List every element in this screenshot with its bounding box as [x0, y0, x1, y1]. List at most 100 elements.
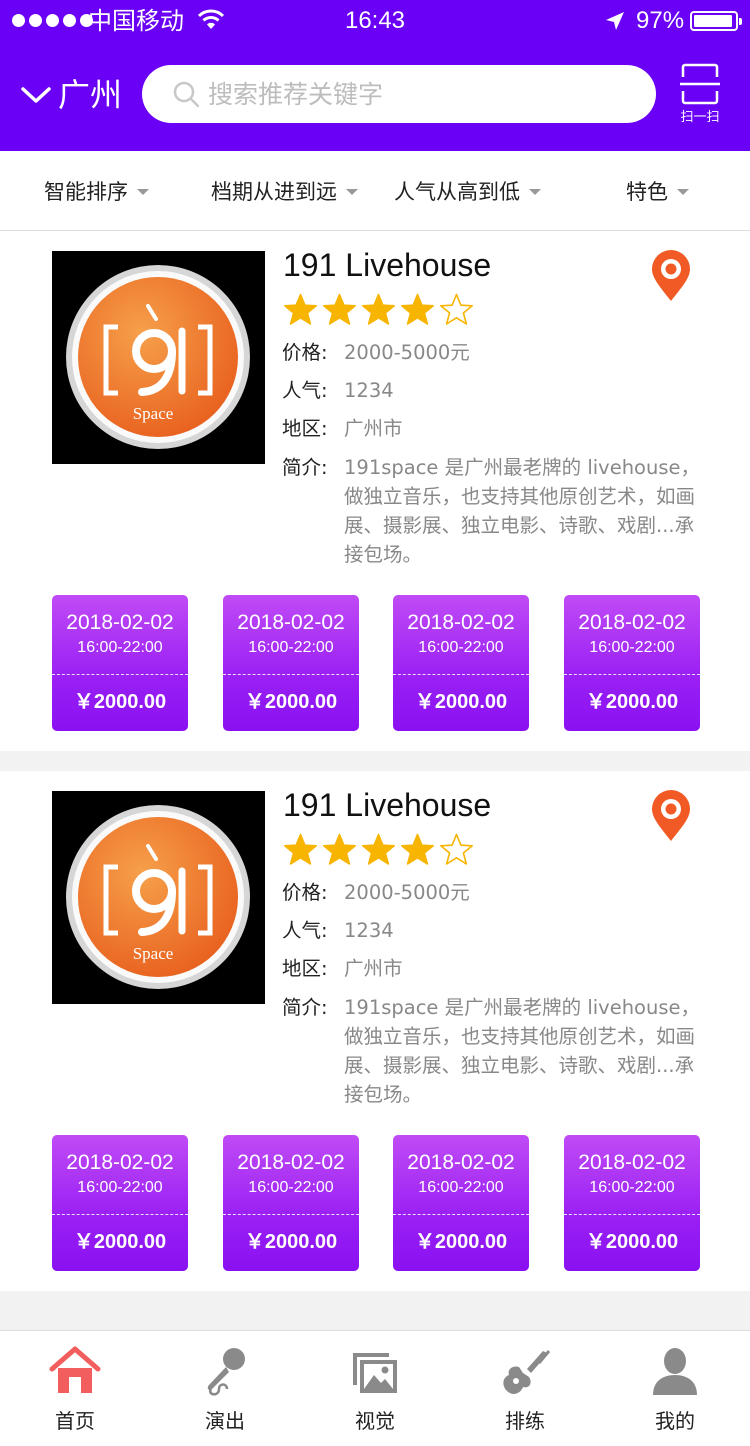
user-icon — [653, 1348, 697, 1395]
caret-down-icon — [529, 189, 541, 195]
search-input[interactable] — [208, 73, 628, 115]
caret-down-icon — [346, 189, 358, 195]
tab-shows[interactable]: 演出 — [150, 1331, 300, 1446]
popularity-label: 人气: — [282, 379, 328, 402]
map-pin-icon[interactable] — [650, 789, 692, 843]
popularity-row: 人气: 1234 — [282, 916, 394, 945]
star-empty-icon — [440, 833, 473, 865]
scan-button[interactable]: 扫一扫 — [672, 62, 728, 128]
slot-hours: 16:00-22:00 — [248, 1179, 334, 1196]
filter-bar: 智能排序 档期从进到远 人气从高到低 特色 — [0, 151, 750, 231]
star-filled-icon — [401, 293, 434, 325]
venue-card[interactable]: Space 191 Livehouse 价格: 2000-5000元 人气: 1… — [0, 771, 750, 1291]
star-filled-icon — [284, 293, 317, 325]
star-filled-icon — [362, 833, 395, 865]
area-row: 地区: 广州市 — [282, 954, 403, 983]
popularity-label: 人气: — [282, 919, 328, 942]
city-label: 广州 — [58, 76, 123, 114]
tab-label: 排练 — [505, 1409, 545, 1433]
slot-divider — [223, 674, 359, 675]
map-pin-icon[interactable] — [650, 249, 692, 303]
filter-smart-sort[interactable]: 智能排序 — [44, 151, 149, 231]
slot-date: 2018-02-02 — [578, 611, 686, 634]
intro-label: 简介: — [282, 456, 328, 479]
status-bar: 中国移动 16:43 97% — [0, 0, 750, 44]
slot-price: ￥2000.00 — [244, 691, 338, 713]
venue-card[interactable]: Space 191 Livehouse 价格: 2000-5000元 人气: 1… — [0, 231, 750, 751]
image-icon — [353, 1353, 397, 1393]
filter-feature[interactable]: 特色 — [626, 151, 689, 231]
location-arrow-icon — [606, 12, 624, 30]
tab-home[interactable]: 首页 — [0, 1331, 150, 1446]
battery-icon — [690, 11, 742, 31]
slot-date: 2018-02-02 — [407, 1151, 515, 1174]
slot-hours: 16:00-22:00 — [77, 639, 163, 656]
slot-price: ￥2000.00 — [244, 1231, 338, 1253]
schedule-slot[interactable]: 2018-02-02 16:00-22:00 ￥2000.00 — [564, 1135, 700, 1271]
popularity-row: 人气: 1234 — [282, 376, 394, 405]
slot-divider — [393, 674, 529, 675]
schedule-slot[interactable]: 2018-02-02 16:00-22:00 ￥2000.00 — [223, 595, 359, 731]
price-value: 2000-5000元 — [344, 341, 470, 364]
star-empty-icon — [440, 293, 473, 325]
tab-rehearsal[interactable]: 排练 — [450, 1331, 600, 1446]
price-row: 价格: 2000-5000元 — [282, 878, 470, 907]
slot-price: ￥2000.00 — [585, 1231, 679, 1253]
search-bar[interactable] — [142, 65, 656, 123]
schedule-slot[interactable]: 2018-02-02 16:00-22:00 ￥2000.00 — [564, 595, 700, 731]
slot-hours: 16:00-22:00 — [248, 639, 334, 656]
caret-down-icon — [137, 189, 149, 195]
slot-divider — [393, 1214, 529, 1215]
area-value: 广州市 — [344, 417, 403, 440]
area-label: 地区: — [282, 957, 328, 980]
venue-name[interactable]: 191 Livehouse — [283, 785, 491, 825]
popularity-value: 1234 — [344, 379, 394, 402]
filter-popularity[interactable]: 人气从高到低 — [394, 151, 541, 231]
schedule-slot[interactable]: 2018-02-02 16:00-22:00 ￥2000.00 — [223, 1135, 359, 1271]
microphone-icon — [207, 1348, 245, 1396]
slot-price: ￥2000.00 — [585, 691, 679, 713]
slot-date: 2018-02-02 — [66, 611, 174, 634]
battery-percentage: 97% — [636, 7, 685, 34]
star-filled-icon — [323, 833, 356, 865]
venue-name[interactable]: 191 Livehouse — [283, 245, 491, 285]
schedule-slot[interactable]: 2018-02-02 16:00-22:00 ￥2000.00 — [393, 595, 529, 731]
intro-label: 简介: — [282, 996, 328, 1019]
filter-label: 智能排序 — [44, 180, 128, 204]
search-icon — [173, 81, 200, 108]
tab-label: 首页 — [55, 1409, 95, 1433]
slot-price: ￥2000.00 — [414, 691, 508, 713]
app-header: 中国移动 16:43 97% 广州 扫一扫 — [0, 0, 750, 151]
slot-hours: 16:00-22:00 — [589, 1179, 675, 1196]
slot-hours: 16:00-22:00 — [77, 1179, 163, 1196]
filter-schedule[interactable]: 档期从进到远 — [211, 151, 358, 231]
filter-label: 人气从高到低 — [394, 180, 520, 204]
chevron-down-icon — [21, 87, 51, 103]
tab-visual[interactable]: 视觉 — [300, 1331, 450, 1446]
price-label: 价格: — [282, 341, 328, 364]
logo-text: Space — [133, 944, 174, 963]
schedule-slot[interactable]: 2018-02-02 16:00-22:00 ￥2000.00 — [52, 1135, 188, 1271]
scan-label: 扫一扫 — [680, 110, 720, 125]
city-selector[interactable]: 广州 — [20, 72, 122, 118]
rating-stars — [283, 293, 474, 327]
slot-price: ￥2000.00 — [414, 1231, 508, 1253]
star-filled-icon — [284, 833, 317, 865]
slot-date: 2018-02-02 — [237, 1151, 345, 1174]
intro-value: 191space 是广州最老牌的 livehouse，做独立音乐，也支持其他原创… — [344, 456, 700, 566]
schedule-slot[interactable]: 2018-02-02 16:00-22:00 ￥2000.00 — [52, 595, 188, 731]
guitar-icon — [503, 1350, 551, 1394]
slot-divider — [223, 1214, 359, 1215]
schedule-slot[interactable]: 2018-02-02 16:00-22:00 ￥2000.00 — [393, 1135, 529, 1271]
slot-hours: 16:00-22:00 — [418, 1179, 504, 1196]
tab-profile[interactable]: 我的 — [600, 1331, 750, 1446]
tab-label: 视觉 — [355, 1409, 395, 1433]
slot-hours: 16:00-22:00 — [418, 639, 504, 656]
slot-divider — [52, 674, 188, 675]
slot-price: ￥2000.00 — [73, 1231, 167, 1253]
popularity-value: 1234 — [344, 919, 394, 942]
bottom-tab-bar: 首页 演出 视觉 排练 我的 — [0, 1330, 750, 1446]
rating-stars — [283, 833, 474, 867]
intro-row: 简介: 191space 是广州最老牌的 livehouse，做独立音乐，也支持… — [282, 453, 702, 569]
filter-label: 特色 — [626, 180, 668, 204]
